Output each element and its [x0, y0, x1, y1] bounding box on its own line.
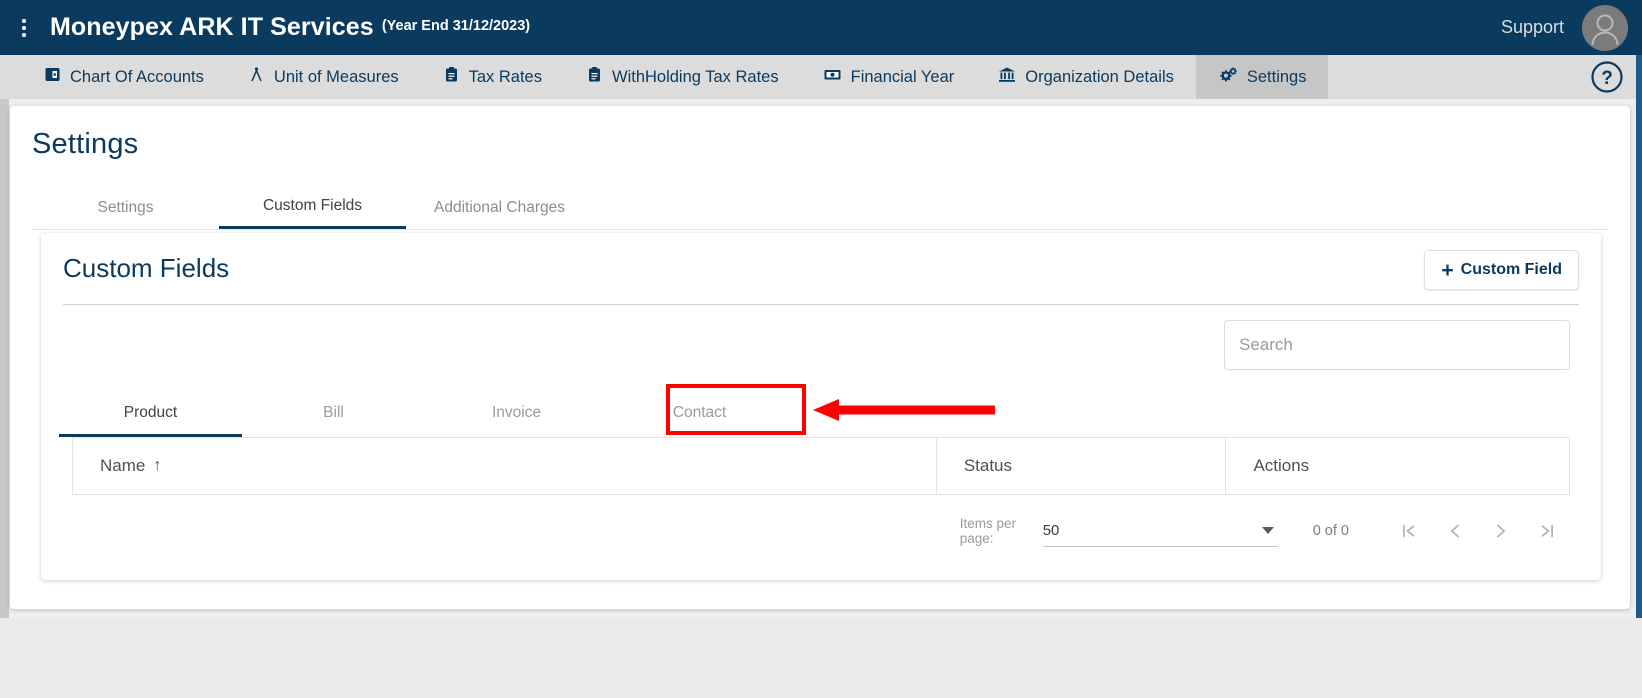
tab-label: Invoice: [491, 403, 542, 421]
tab-contact[interactable]: Contact: [608, 388, 791, 437]
chart-of-accounts-icon: [44, 66, 61, 88]
nav-item-label: Unit of Measures: [273, 67, 399, 86]
tab-bill[interactable]: Bill: [242, 388, 425, 437]
clipboard-icon: [586, 66, 603, 88]
unit-of-measures-icon: [248, 66, 265, 88]
column-label: Name: [100, 456, 146, 475]
nav-item-label: Chart Of Accounts: [70, 67, 204, 86]
items-per-page-select[interactable]: 50: [1042, 515, 1278, 547]
page-title: Settings: [32, 128, 139, 160]
page-brand-title: Moneypex ARK IT Services: [50, 13, 374, 41]
tab-additional-charges[interactable]: Additional Charges: [406, 186, 593, 229]
next-page-icon[interactable]: [1478, 511, 1524, 551]
nav-item-label: Organization Details: [1025, 67, 1174, 86]
nav-item-label: WithHolding Tax Rates: [612, 67, 779, 86]
panel-title: Custom Fields: [63, 253, 230, 283]
nav-item-financial-year[interactable]: Financial Year: [801, 55, 977, 99]
tab-custom-fields[interactable]: Custom Fields: [219, 186, 406, 229]
column-label: Actions: [1253, 456, 1310, 475]
top-header-bar: Moneypex ARK IT Services (Year End 31/12…: [0, 0, 1642, 55]
add-custom-field-label: Custom Field: [1460, 261, 1562, 278]
plus-icon: +: [1441, 258, 1454, 282]
pagination-range-label: 0 of 0: [1312, 523, 1349, 539]
tab-label: Settings: [97, 198, 154, 216]
nav-item-label: Tax Rates: [468, 67, 542, 86]
first-page-icon[interactable]: [1386, 511, 1432, 551]
custom-field-type-tab-group: Product Bill Invoice Contact: [59, 388, 1583, 437]
year-end-label: (Year End 31/12/2023): [381, 17, 531, 34]
user-avatar-icon[interactable]: [1582, 4, 1628, 51]
nav-item-organization-details[interactable]: Organization Details: [976, 55, 1196, 99]
column-header-actions: Actions: [1226, 438, 1569, 494]
nav-item-label: Financial Year: [850, 67, 955, 86]
tab-label: Custom Fields: [262, 197, 363, 214]
tab-label: Product: [123, 403, 178, 421]
tab-invoice[interactable]: Invoice: [425, 388, 608, 437]
items-per-page-label: Items per page:: [959, 516, 1016, 546]
column-label: Status: [963, 456, 1013, 475]
chevron-down-icon: [1261, 527, 1274, 534]
column-header-status: Status: [937, 438, 1227, 494]
column-header-name[interactable]: Name ↑: [73, 438, 937, 494]
nav-item-settings[interactable]: Settings: [1195, 55, 1329, 99]
application-window: Moneypex ARK IT Services (Year End 31/12…: [0, 0, 1642, 698]
last-page-icon[interactable]: [1524, 511, 1570, 551]
table-paginator: Items per page: 50 0 of 0: [960, 503, 1570, 559]
tab-label: Bill: [323, 403, 344, 421]
nav-item-chart-of-accounts[interactable]: Chart Of Accounts: [22, 55, 226, 99]
main-navigation-bar: Chart Of Accounts Unit of Measures Tax R…: [0, 55, 1642, 99]
tab-label: Contact: [672, 403, 727, 421]
gears-icon: [1218, 66, 1238, 89]
kebab-menu-icon[interactable]: [6, 18, 42, 37]
clipboard-icon: [443, 66, 460, 88]
custom-fields-table-header: Name ↑ Status Actions: [72, 437, 1570, 495]
sort-ascending-icon: ↑: [153, 457, 162, 474]
right-edge-accent: [1636, 55, 1642, 618]
settings-page-card: Settings Settings Custom Fields Addition…: [10, 106, 1630, 609]
add-custom-field-button[interactable]: + Custom Field: [1424, 250, 1579, 290]
svg-text:?: ?: [1601, 68, 1613, 89]
previous-page-icon[interactable]: [1432, 511, 1478, 551]
search-input[interactable]: [1224, 320, 1570, 370]
items-per-page-value: 50: [1042, 522, 1060, 539]
banknote-icon: [823, 66, 842, 88]
nav-item-withholding-tax-rates[interactable]: WithHolding Tax Rates: [564, 55, 801, 99]
nav-item-label: Settings: [1246, 67, 1307, 86]
bank-building-icon: [998, 66, 1016, 88]
header-right-group: Support: [1501, 4, 1628, 51]
custom-fields-panel: Custom Fields + Custom Field Product Bil…: [41, 233, 1601, 580]
search-field-wrapper: [1224, 320, 1570, 370]
settings-tab-group: Settings Custom Fields Additional Charge…: [32, 186, 1608, 230]
support-link[interactable]: Support: [1501, 17, 1564, 38]
nav-item-tax-rates[interactable]: Tax Rates: [421, 55, 564, 99]
tab-product[interactable]: Product: [59, 388, 242, 437]
tab-label: Additional Charges: [434, 198, 565, 216]
page-bottom-strip: [0, 618, 1642, 698]
nav-item-unit-of-measures[interactable]: Unit of Measures: [226, 55, 421, 99]
tab-settings[interactable]: Settings: [32, 186, 219, 229]
question-mark-circle-icon[interactable]: ?: [1590, 55, 1624, 99]
panel-header: Custom Fields + Custom Field: [63, 233, 1579, 305]
